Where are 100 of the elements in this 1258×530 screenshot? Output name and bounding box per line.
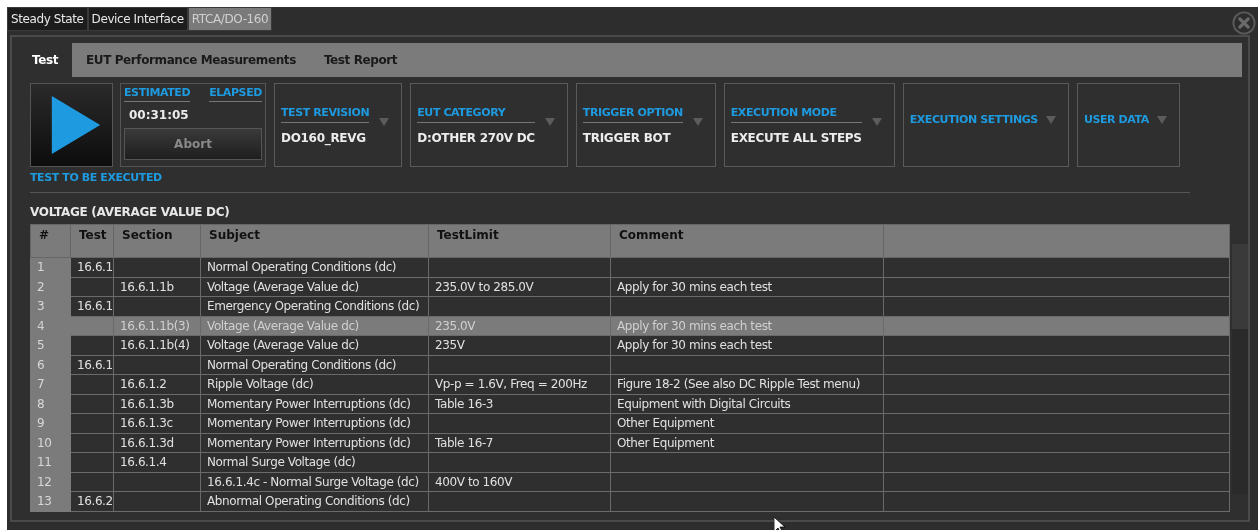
table-cell: 6 <box>37 357 45 372</box>
table-row[interactable]: 13 16.6.2 Abnormal Operating Conditions (dc) <box>30 491 1230 511</box>
table-cell: 235.0V <box>435 318 476 333</box>
table-row[interactable]: 6 16.6.1 Normal Operating Conditions (dc) <box>30 355 1230 375</box>
dropdown[interactable]: EUT CATEGORY D:OTHER 270V DC <box>410 83 568 167</box>
table-cell: 8 <box>37 396 45 411</box>
section-title: VOLTAGE (AVERAGE VALUE DC) <box>30 192 1190 219</box>
estimated-time: 00:31:05 <box>129 108 190 122</box>
table-cell: Voltage (Average Value dc) <box>207 318 359 333</box>
dropdown-value: TRIGGER BOT <box>582 130 672 145</box>
dropdown[interactable]: EXECUTION SETTINGS <box>902 83 1069 167</box>
dropdown-label: TEST REVISION <box>281 105 370 123</box>
table-cell: Voltage (Average Value dc) <box>207 279 359 294</box>
table-row[interactable]: 7 16.6.1.2 Ripple Voltage (dc) Vp-p = 1.6V, Freq = 200Hz Figure 18-2 (See also DC Ripple Test menu) <box>30 374 1230 394</box>
table-row[interactable]: 3 16.6.1 Emergency Operating Conditions (dc) <box>30 296 1230 316</box>
test-to-be-executed-label: TEST TO BE EXECUTED <box>30 171 163 184</box>
table-row[interactable]: 11 16.6.1.4 Normal Surge Voltage (dc) <box>30 452 1230 472</box>
table-row[interactable]: 1 16.6.1 Normal Operating Conditions (dc) <box>30 257 1230 277</box>
table-cell: 9 <box>37 416 45 431</box>
table-cell: 1 <box>37 260 45 275</box>
sub-tab[interactable]: EUT Performance Measurements <box>72 43 310 77</box>
dropdown-value: DO160_REVG <box>281 130 367 145</box>
table-cell: Other Equipment <box>617 435 715 450</box>
top-tab[interactable]: Device Interface <box>87 7 188 31</box>
table-cell: 7 <box>37 377 45 392</box>
caret-icon <box>871 118 882 126</box>
estimated-label: ESTIMATED <box>124 86 191 102</box>
table-cell: Apply for 30 mins each test <box>617 338 772 353</box>
scrollbar-thumb[interactable] <box>1232 244 1248 329</box>
sub-tab[interactable]: Test Report <box>309 43 412 77</box>
table-cell: 16.6.2 <box>77 494 113 509</box>
table-cell: 16.6.1.4 <box>120 455 167 470</box>
table-cell: Normal Surge Voltage (dc) <box>207 455 356 470</box>
close-icon[interactable] <box>1232 11 1256 35</box>
dropdown-value: D:OTHER 270V DC <box>417 130 535 145</box>
dropdown-label: EXECUTION SETTINGS <box>909 112 1038 126</box>
dropdown[interactable]: TRIGGER OPTION TRIGGER BOT <box>575 83 716 167</box>
table-cell: 13 <box>37 494 52 509</box>
table-cell: 16.6.1 <box>77 260 113 275</box>
column-header[interactable]: TestLimit <box>428 224 611 258</box>
caret-icon <box>1045 116 1056 124</box>
scrollbar[interactable] <box>1232 244 1248 494</box>
sub-tab[interactable]: Test <box>18 43 72 77</box>
table-cell: 5 <box>37 338 45 353</box>
table-cell: Normal Operating Conditions (dc) <box>207 357 397 372</box>
table-cell: 16.6.1.3d <box>120 435 174 450</box>
table-cell: Voltage (Average Value dc) <box>207 338 359 353</box>
table-cell: 16.6.1 <box>77 357 113 372</box>
table-cell: Apply for 30 mins each test <box>617 318 772 333</box>
column-header[interactable]: # <box>30 224 71 258</box>
caret-icon <box>544 118 555 126</box>
table-cell: 400V to 160V <box>435 474 513 489</box>
caret-icon <box>379 118 390 126</box>
dropdown-label: TRIGGER OPTION <box>582 105 683 123</box>
table-cell: 2 <box>37 279 45 294</box>
dropdown-label: EUT CATEGORY <box>417 105 535 123</box>
table-cell: 11 <box>37 455 52 470</box>
column-header[interactable]: Comment <box>610 224 884 258</box>
table-cell: Other Equipment <box>617 416 715 431</box>
column-header[interactable]: Section <box>113 224 201 258</box>
table-cell: 16.6.1.3b <box>120 396 174 411</box>
dropdown[interactable]: EXECUTION MODE EXECUTE ALL STEPS <box>723 83 895 167</box>
table-cell: Equipment with Digital Circuits <box>617 396 791 411</box>
table-cell: Ripple Voltage (dc) <box>207 377 314 392</box>
caret-icon <box>1156 116 1167 124</box>
table-cell: Momentary Power Interruptions (dc) <box>207 416 411 431</box>
table-cell: 16.6.1.2 <box>120 377 167 392</box>
table-cell: 3 <box>37 299 45 314</box>
table-cell: 16.6.1.1b(3) <box>120 318 190 333</box>
play-button[interactable] <box>30 83 113 167</box>
table-cell: Momentary Power Interruptions (dc) <box>207 396 411 411</box>
table-cell: Momentary Power Interruptions (dc) <box>207 435 411 450</box>
table-cell: Table 16-3 <box>435 396 494 411</box>
table-row[interactable]: 12 16.6.1.4c - Normal Surge Voltage (dc) 400V to 160V <box>30 472 1230 492</box>
table-row[interactable]: 9 16.6.1.3c Momentary Power Interruptions (dc) Other Equipment <box>30 413 1230 433</box>
dropdown[interactable]: USER DATA <box>1076 83 1180 167</box>
dropdown-label: USER DATA <box>1083 112 1149 126</box>
table-cell: Table 16-7 <box>435 435 494 450</box>
caret-icon <box>692 118 703 126</box>
table-cell: Apply for 30 mins each test <box>617 279 772 294</box>
dropdown[interactable]: TEST REVISION DO160_REVG <box>274 83 403 167</box>
table-cell: 12 <box>37 474 52 489</box>
table-cell: 16.6.1.3c <box>120 416 173 431</box>
cursor-icon <box>774 517 786 530</box>
table-cell: 4 <box>37 318 45 333</box>
table-cell: 16.6.1.1b <box>120 279 174 294</box>
table-cell: Normal Operating Conditions (dc) <box>207 260 397 275</box>
table-cell: Emergency Operating Conditions (dc) <box>207 299 420 314</box>
column-header[interactable]: Test <box>70 224 114 258</box>
table-row[interactable]: 5 16.6.1.1b(4) Voltage (Average Value dc) 235V Apply for 30 mins each test <box>30 335 1230 355</box>
table-cell: 16.6.1.1b(4) <box>120 338 190 353</box>
elapsed-label: ELAPSED <box>209 86 262 102</box>
column-header[interactable]: Subject <box>200 224 429 258</box>
table-cell: 16.6.1 <box>77 299 113 314</box>
table-row[interactable]: 2 16.6.1.1b Voltage (Average Value dc) 235.0V to 285.0V Apply for 30 mins each test <box>30 277 1230 297</box>
table-cell: 235V <box>435 338 465 353</box>
top-tab[interactable]: Steady State <box>7 7 88 31</box>
dropdown-label: EXECUTION MODE <box>730 105 862 123</box>
table-row[interactable]: 8 16.6.1.3b Momentary Power Interruptions (dc) Table 16-3 Equipment with Digital Circuits <box>30 394 1230 414</box>
table-row[interactable]: 10 16.6.1.3d Momentary Power Interruptions (dc) Table 16-7 Other Equipment <box>30 433 1230 453</box>
